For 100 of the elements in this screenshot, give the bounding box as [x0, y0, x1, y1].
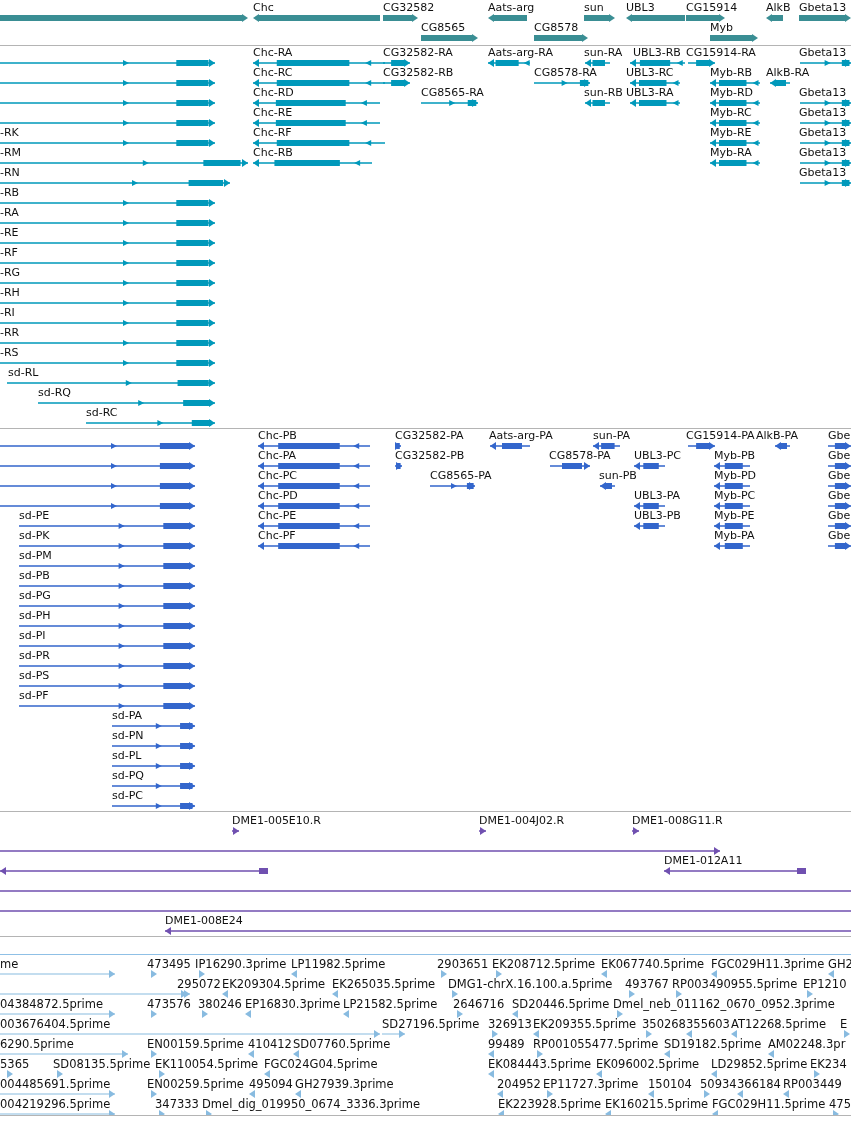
- feature-label: Dmel_dig_019950_0674_3336.3prime: [202, 1097, 421, 1111]
- feature-label: Chc-RA: [253, 46, 293, 60]
- feature-label: 004219296.5prime: [0, 1097, 111, 1111]
- feature-label: UBL3: [626, 1, 655, 15]
- feature-label: FGC029H11.5prime: [712, 1097, 826, 1111]
- feature-label: CG15914-PA: [686, 429, 755, 443]
- feature-label: 004485691.5prime: [0, 1077, 111, 1091]
- feature-label: 50934: [700, 1077, 737, 1091]
- feature-label: EP1210: [803, 977, 847, 991]
- feature-label: Gbe: [828, 449, 851, 463]
- feature-label: -RS: [0, 346, 19, 360]
- feature-label: SD08135.5prime: [53, 1057, 151, 1071]
- feature-label: Chc-PB: [258, 429, 297, 443]
- feature-label: Gbeta13: [799, 126, 847, 140]
- feature-label: Gbe: [828, 509, 851, 523]
- feature-label: sd-PB: [19, 569, 50, 583]
- feature-label: Chc: [253, 1, 274, 15]
- feature-label: UBL3-RA: [626, 86, 674, 100]
- feature-label: LP11982.5prime: [291, 957, 386, 971]
- feature-label: CG32582: [383, 1, 435, 15]
- feature-label: Chc-PF: [258, 529, 296, 543]
- feature-label: EK209304.5prime: [222, 977, 326, 991]
- feature-label: sd-PM: [19, 549, 52, 563]
- feature-label: sd-PG: [19, 589, 51, 603]
- feature-label: Chc-PD: [258, 489, 298, 503]
- feature-label: LP21582.5prime: [343, 997, 438, 1011]
- feature-label: Gbeta13: [799, 166, 847, 180]
- feature-label: sd-RQ: [38, 386, 71, 400]
- feature-label: 475: [829, 1097, 851, 1111]
- feature-label: -RF: [0, 246, 18, 260]
- feature-label: EK234: [810, 1057, 847, 1071]
- feature-label: -RI: [0, 306, 15, 320]
- feature-label: CG15914: [686, 1, 738, 15]
- feature-label: sd-PI: [19, 629, 46, 643]
- feature-label: Chc-RC: [253, 66, 293, 80]
- feature-label: sd-PK: [19, 529, 50, 543]
- feature-label: Myb-PD: [714, 469, 757, 483]
- feature-label: Myb-PC: [714, 489, 756, 503]
- feature-label: CG32582-RB: [383, 66, 454, 80]
- feature-label: AlkB: [766, 1, 791, 15]
- feature-label: EK096002.5prime: [596, 1057, 700, 1071]
- feature-label: SD20446.5prime: [512, 997, 610, 1011]
- feature-label: FGC024G04.5prime: [264, 1057, 378, 1071]
- feature-label: Aats-arg-RA: [488, 46, 554, 60]
- feature-label: EK223928.5prime: [498, 1097, 602, 1111]
- feature-label: 495094: [249, 1077, 293, 1091]
- feature-label: 350268: [642, 1017, 686, 1031]
- feature-label: DME1-005E10.R: [232, 814, 321, 828]
- feature-label: AM02248.3pr: [768, 1037, 846, 1051]
- feature-label: UBL3-PC: [634, 449, 681, 463]
- feature-label: 355603: [686, 1017, 730, 1031]
- feature-label: EN00259.5prime: [147, 1077, 244, 1091]
- feature-label: sd-PC: [112, 789, 143, 803]
- feature-label: sd-PF: [19, 689, 49, 703]
- feature-label: CG32582-PB: [395, 449, 465, 463]
- feature-label: Myb-RD: [710, 86, 754, 100]
- feature-label: sun-RA: [584, 46, 623, 60]
- feature-label: DME1-008E24: [165, 914, 243, 928]
- feature-label: RP003490955.5prime: [672, 977, 798, 991]
- feature-label: sd-PE: [19, 509, 50, 523]
- feature-label: UBL3-RC: [626, 66, 674, 80]
- feature-label: sun: [584, 1, 604, 15]
- feature-label: CG8578-RA: [534, 66, 597, 80]
- feature-label: EN00159.5prime: [147, 1037, 244, 1051]
- feature-label: 6290.5prime: [0, 1037, 74, 1051]
- feature-label: sd-RL: [8, 366, 39, 380]
- feature-label: me: [0, 957, 19, 971]
- feature-label: EK209355.5prime: [533, 1017, 637, 1031]
- feature-label: 473495: [147, 957, 191, 971]
- feature-label: 2646716: [453, 997, 505, 1011]
- feature-label: EP16830.3prime: [245, 997, 341, 1011]
- feature-label: sd-PR: [19, 649, 50, 663]
- feature-label: SD27196.5prime: [382, 1017, 480, 1031]
- feature-label: 150104: [648, 1077, 692, 1091]
- feature-label: CG32582-PA: [395, 429, 464, 443]
- feature-label: FGC029H11.3prime: [711, 957, 825, 971]
- feature-label: CG15914-RA: [686, 46, 756, 60]
- feature-label: -RR: [0, 326, 20, 340]
- feature-label: EP11727.3prime: [543, 1077, 639, 1091]
- feature-label: EK208712.5prime: [492, 957, 596, 971]
- feature-label: LD29852.5prime: [711, 1057, 808, 1071]
- feature-label: AlkB-RA: [766, 66, 810, 80]
- feature-label: sd-PS: [19, 669, 50, 683]
- feature-label: 5365: [0, 1057, 30, 1071]
- feature-label: sd-PA: [112, 709, 143, 723]
- feature-label: 295072: [177, 977, 221, 991]
- feature-label: EK067740.5prime: [601, 957, 705, 971]
- feature-label: RP003449: [783, 1077, 842, 1091]
- feature-label: sun-PB: [599, 469, 637, 483]
- feature-label: EK265035.5prime: [332, 977, 436, 991]
- feature-label: DMG1-chrX.16.100.a.5prime: [448, 977, 613, 991]
- feature-label: DME1-008G11.R: [632, 814, 723, 828]
- feature-label: Myb-RB: [710, 66, 753, 80]
- feature-label: SD19182.5prime: [664, 1037, 762, 1051]
- feature-label: E: [840, 1017, 848, 1031]
- feature-label: CG8578-PA: [549, 449, 611, 463]
- feature-label: Chc-RF: [253, 126, 292, 140]
- feature-label: 347333: [155, 1097, 199, 1111]
- feature-label: UBL3-PB: [634, 509, 681, 523]
- feature-label: Myb: [710, 21, 733, 35]
